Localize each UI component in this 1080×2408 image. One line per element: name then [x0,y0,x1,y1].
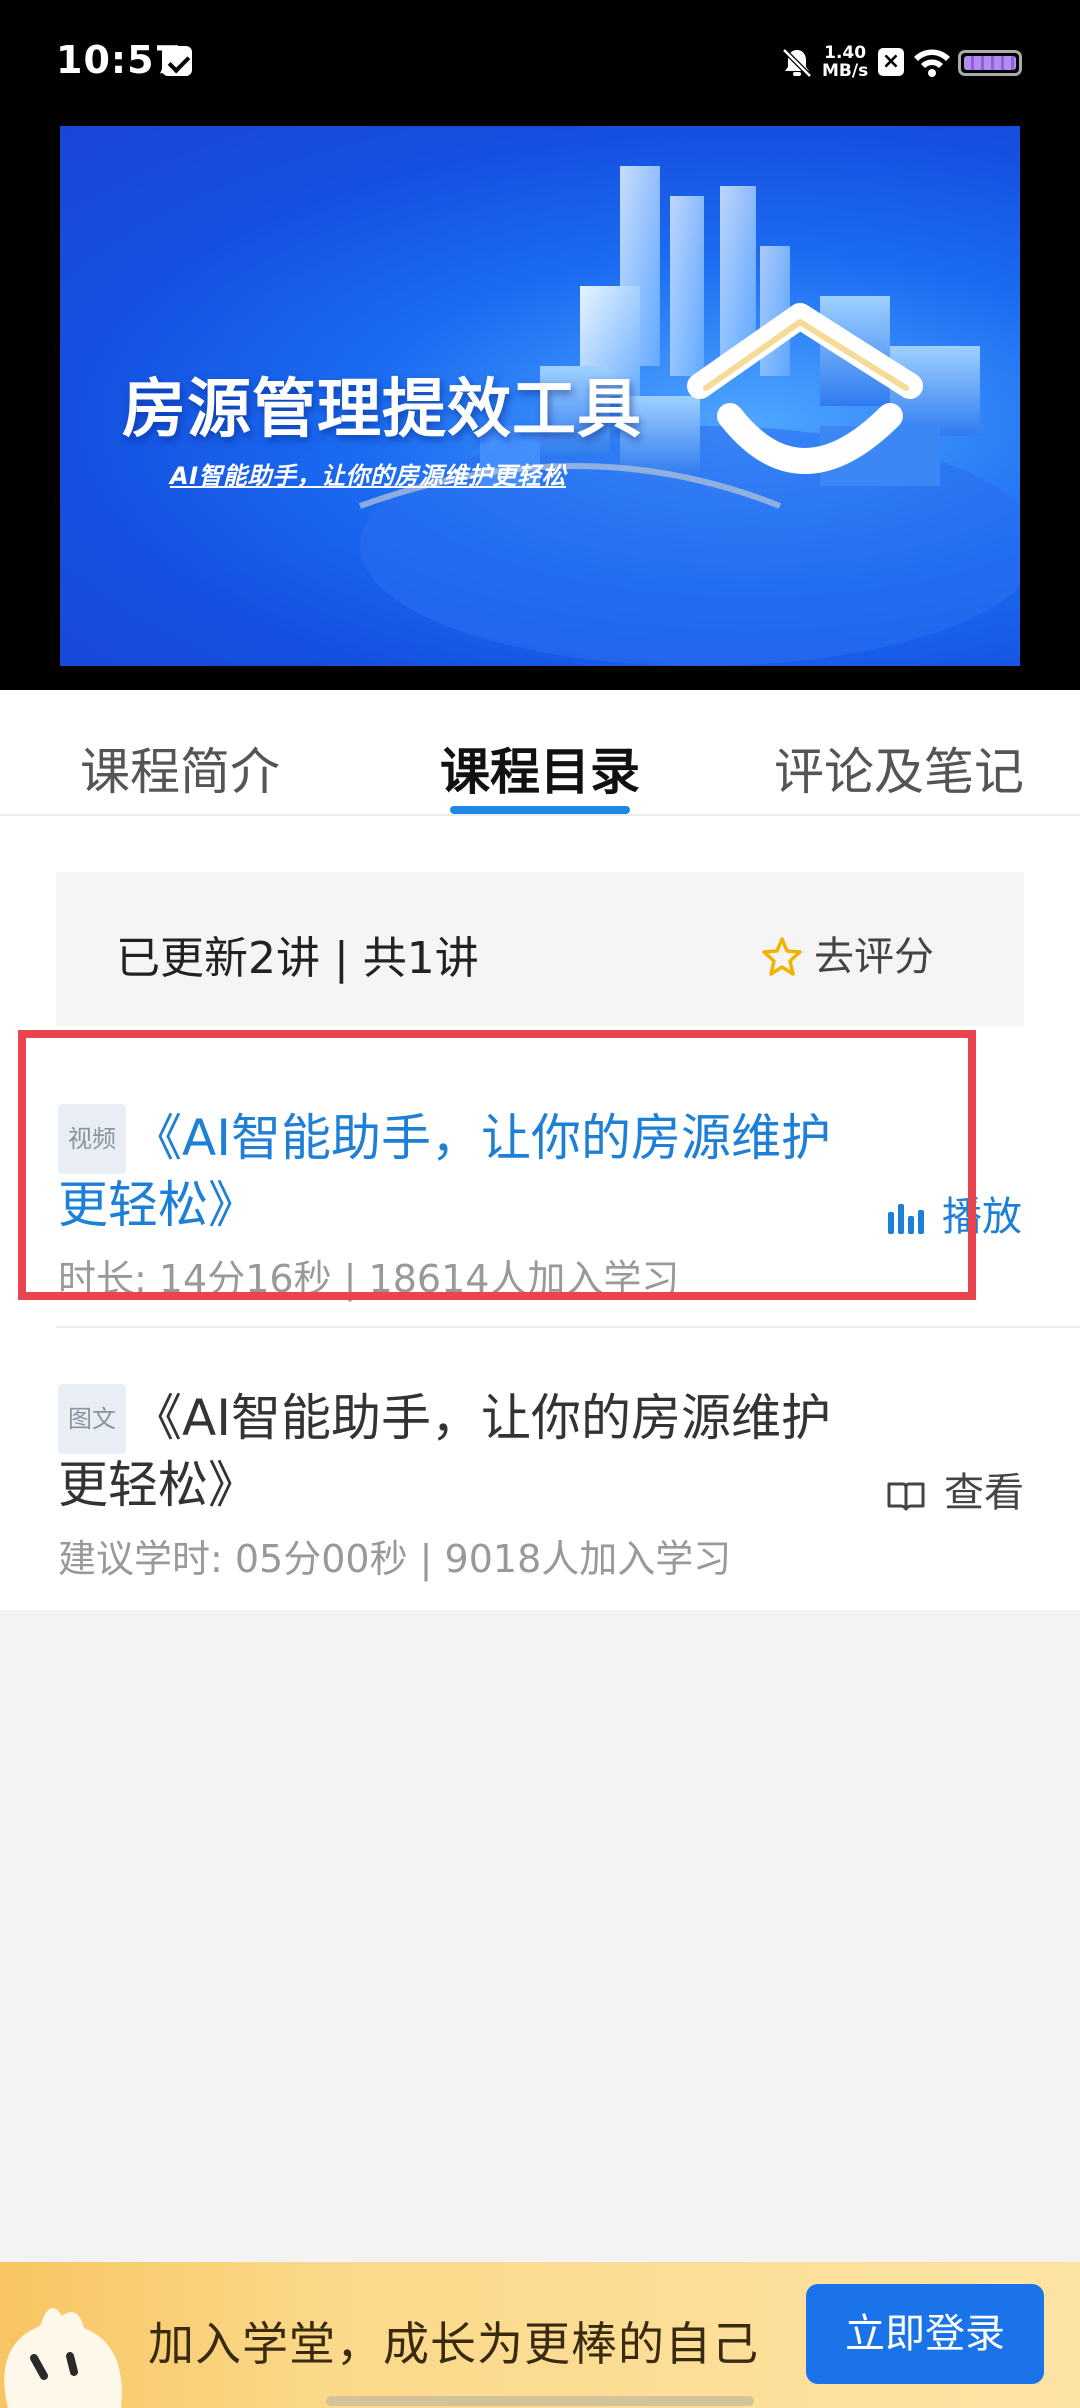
network-speed: 1.40 MB/s [822,44,868,80]
course-banner[interactable]: 房源管理提效工具 AI智能助手，让你的房源维护更轻松 [60,126,1020,666]
mascot-icon [4,2308,122,2408]
home-indicator[interactable] [326,2396,754,2406]
banner-title: 房源管理提效工具 [122,373,642,447]
join-slogan: 加入学堂，成长为更棒的自己 [148,2317,759,2371]
mute-bell-icon [782,48,812,78]
rate-button[interactable]: 去评分 [762,924,934,982]
tab-course-catalog[interactable]: 课程目录 [440,732,640,804]
view-label: 查看 [944,1470,1024,1516]
network-speed-unit: MB/s [822,61,869,81]
highlight-box [18,1030,976,1300]
video-player[interactable]: 房源管理提效工具 AI智能助手，让你的房源维护更轻松 [0,124,1080,690]
app-x-icon: × [878,48,904,76]
course-tabs: 课程简介 课程目录 评论及笔记 [0,690,1080,816]
tab-comments-notes[interactable]: 评论及笔记 [774,732,1024,804]
lesson-meta: 建议学时: 05分00秒 | 9018人加入学习 [58,1537,732,1581]
battery-icon [958,50,1022,76]
status-bar: 10:57 1.40 MB/s × [0,0,1080,124]
rate-label: 去评分 [814,934,934,980]
lesson-item[interactable]: 图文 《AI智能助手，让你的房源维护更轻松》 建议学时: 05分00秒 | 901… [56,1326,1080,1610]
star-icon [762,937,802,976]
lesson-type-badge: 图文 [58,1384,126,1454]
book-icon [887,1482,925,1511]
view-button[interactable]: 查看 [886,1460,1024,1518]
catalog-summary: 已更新2讲 | 共1讲 去评分 [56,872,1024,1026]
banner-subtitle: AI智能助手，让你的房源维护更轻松 [170,462,567,490]
update-count: 已更新2讲 | 共1讲 [116,933,479,984]
wifi-icon [914,49,950,77]
tab-course-intro[interactable]: 课程简介 [80,732,280,804]
login-button[interactable]: 立即登录 [806,2284,1044,2384]
network-speed-value: 1.40 [824,43,867,63]
message-notification-icon [162,46,192,76]
app-screen: 10:57 1.40 MB/s × 房源管理提效工具 AI智能助手，让你的房源维… [0,0,1080,2408]
join-banner: 加入学堂，成长为更棒的自己 立即登录 [0,2262,1080,2408]
lesson-title-text: 《AI智能助手，让你的房源维护更轻松》 [58,1389,831,1514]
active-tab-indicator [450,806,630,814]
lesson-title[interactable]: 图文 《AI智能助手，让你的房源维护更轻松》 [58,1384,858,1516]
